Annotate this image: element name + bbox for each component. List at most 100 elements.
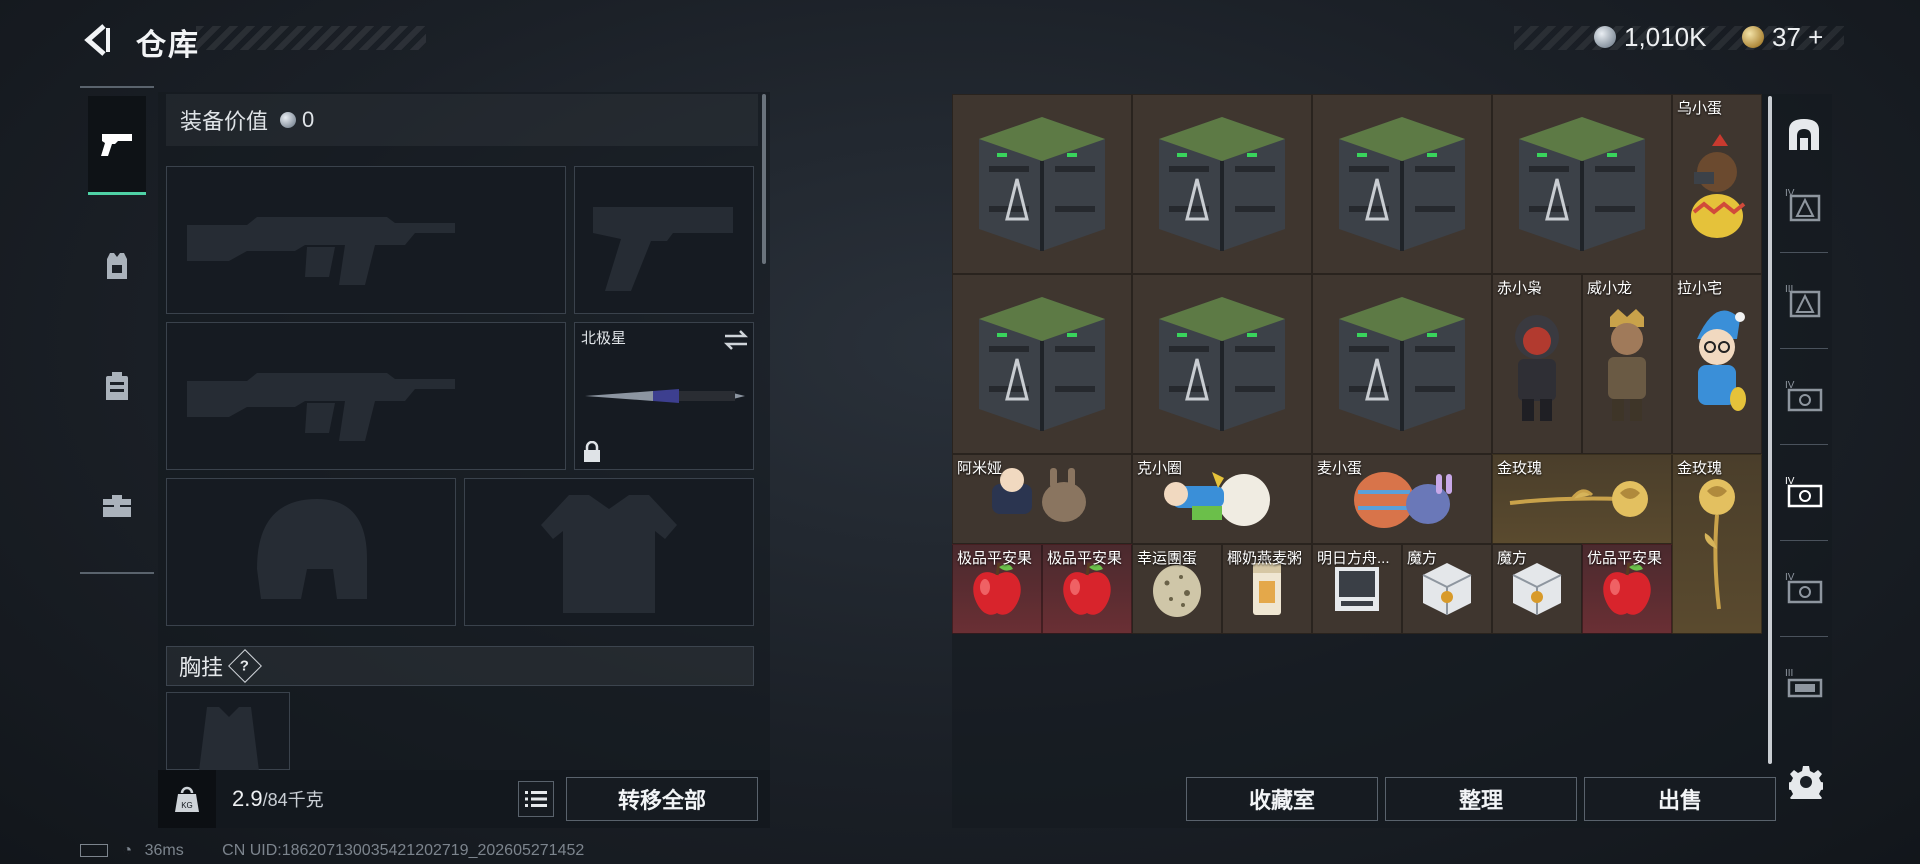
bag-tier-icon: IV: [1785, 188, 1821, 222]
stash-item[interactable]: [952, 94, 1132, 274]
silver-amount: 1,010K: [1624, 21, 1707, 52]
equipment-value-label: 装备价值: [180, 109, 269, 134]
stash-item[interactable]: 麦小蛋: [1312, 454, 1492, 544]
item-rose-v-icon: [1673, 455, 1761, 633]
stash-item-label: 极品平安果: [957, 550, 1033, 567]
stash-item[interactable]: [1132, 274, 1312, 454]
primary-weapon-slot[interactable]: [166, 166, 566, 314]
battery-icon: [80, 844, 108, 858]
rig-silhouette-icon: [199, 707, 259, 771]
rail-weapons[interactable]: [88, 96, 146, 195]
stash-item[interactable]: [1132, 94, 1312, 274]
item-crate-icon: [953, 275, 1131, 453]
stash-item-label: 威小龙: [1587, 280, 1633, 297]
svg-text:III: III: [1785, 668, 1793, 679]
chest-rig-header: 胸挂 ?: [166, 646, 754, 686]
stash-page-iv-b[interactable]: IV: [1784, 376, 1824, 416]
equipment-scrollbar[interactable]: [762, 94, 766, 264]
rail-armor[interactable]: [88, 218, 146, 314]
stash-item[interactable]: 优品平安果: [1582, 544, 1672, 634]
equipment-value-header: 装备价值 0: [166, 94, 758, 146]
item-crate-icon: [1313, 95, 1491, 273]
stash-item[interactable]: 魔方: [1402, 544, 1492, 634]
stash-item[interactable]: [1312, 94, 1492, 274]
stash-page-main[interactable]: [1784, 114, 1824, 154]
stash-page-iv-c-active[interactable]: IV: [1784, 472, 1824, 512]
stash-item[interactable]: 极品平安果: [952, 544, 1042, 634]
item-figure-blue-icon: [1673, 275, 1761, 453]
stash-item[interactable]: 拉小宅: [1672, 274, 1762, 454]
transfer-all-button[interactable]: 转移全部: [566, 777, 758, 821]
weight-current: 2.9: [232, 786, 263, 811]
case-tier-icon: III: [1785, 668, 1823, 698]
stash-page-rail: IV III IV IV IV III: [1772, 94, 1832, 770]
stash-item[interactable]: [952, 274, 1132, 454]
stash-item[interactable]: [1312, 274, 1492, 454]
secondary-weapon-slot[interactable]: [166, 322, 566, 470]
case-tier-icon: IV: [1785, 476, 1823, 508]
helmet-slot[interactable]: [166, 478, 456, 626]
pistol-slot[interactable]: [574, 166, 754, 314]
stash-item[interactable]: 威小龙: [1582, 274, 1672, 454]
backpack-icon: [106, 372, 128, 400]
help-button[interactable]: ?: [228, 649, 262, 683]
stash-page-iv-a[interactable]: IV: [1784, 184, 1824, 224]
list-view-button[interactable]: [518, 781, 554, 817]
settings-button[interactable]: [1786, 762, 1826, 802]
melee-slot[interactable]: 北极星: [574, 322, 754, 470]
swap-icon[interactable]: [723, 329, 749, 351]
category-rail: [80, 86, 154, 574]
bag-tier-icon: III: [1785, 284, 1821, 318]
stash-item-label: 赤小枭: [1497, 280, 1543, 297]
item-figure-soldier-icon: [1583, 275, 1671, 453]
stash-item[interactable]: 克小圈: [1132, 454, 1312, 544]
stash-item-label: 金玫瑰: [1677, 460, 1723, 477]
weight-max: /84千克: [262, 790, 324, 810]
rail-backpack[interactable]: [88, 338, 146, 434]
uid: CN UID:18620713003542120271​9_2026052714…: [222, 842, 585, 859]
title-decoration: [196, 26, 426, 50]
item-figure-hood-icon: [1493, 275, 1581, 453]
stash-grid: 乌小蛋 赤小枭 威小龙 拉小宅 阿米娅 克小圈 麦小蛋 金玫瑰 金玫瑰 极品平安果 极品平安果 幸运團…: [952, 94, 1762, 634]
wifi-icon: ◔: [122, 842, 133, 859]
stash-item-label: 拉小宅: [1677, 280, 1723, 297]
stash-item-label: 金玫瑰: [1497, 460, 1543, 477]
stash-item[interactable]: 椰奶燕麦粥: [1222, 544, 1312, 634]
stash-item[interactable]: 幸运團蛋: [1132, 544, 1222, 634]
stash-item[interactable]: 极品平安果: [1042, 544, 1132, 634]
silver-currency: 1,010K: [1594, 22, 1706, 52]
pistol-silhouette-icon: [593, 207, 733, 291]
stash-item[interactable]: 乌小蛋: [1672, 94, 1762, 274]
page-title: 仓库: [136, 29, 200, 62]
arch-icon: [1789, 119, 1819, 150]
sell-button[interactable]: 出售: [1584, 777, 1776, 821]
stash-item-label: 幸运團蛋: [1137, 550, 1198, 567]
equipment-value: 0: [302, 107, 315, 132]
case-tier-icon: IV: [1785, 380, 1823, 412]
weight-icon: KG: [158, 770, 216, 828]
stash-page-iv-d[interactable]: IV: [1784, 568, 1824, 608]
stash-item[interactable]: 明日方舟...: [1312, 544, 1402, 634]
collection-room-button[interactable]: 收藏室: [1186, 777, 1378, 821]
gold-currency[interactable]: 37 +: [1742, 22, 1823, 52]
stash-item[interactable]: 赤小枭: [1492, 274, 1582, 454]
stash-item[interactable]: 金玫瑰: [1492, 454, 1672, 544]
stash-page-iii-b[interactable]: III: [1784, 664, 1824, 704]
svg-text:KG: KG: [181, 801, 193, 810]
rail-case[interactable]: [88, 458, 146, 554]
stash-page-iii-a[interactable]: III: [1784, 280, 1824, 320]
item-figure-egg-icon: [1673, 95, 1761, 273]
stash-item-label: 极品平安果: [1047, 550, 1123, 567]
chevron-left-icon: [84, 24, 110, 56]
stash-item[interactable]: 阿米娅: [952, 454, 1132, 544]
chest-rig-slot[interactable]: [166, 692, 290, 771]
stash-item[interactable]: [1492, 94, 1672, 274]
sort-button[interactable]: 整理: [1385, 777, 1577, 821]
back-button[interactable]: [80, 20, 114, 60]
armor-slot[interactable]: [464, 478, 754, 626]
stash-item-label: 优品平安果: [1587, 550, 1663, 567]
stash-item-label: 阿米娅: [957, 460, 1003, 477]
stash-item[interactable]: 金玫瑰: [1672, 454, 1762, 634]
item-crate-icon: [1133, 95, 1311, 273]
stash-item[interactable]: 魔方: [1492, 544, 1582, 634]
